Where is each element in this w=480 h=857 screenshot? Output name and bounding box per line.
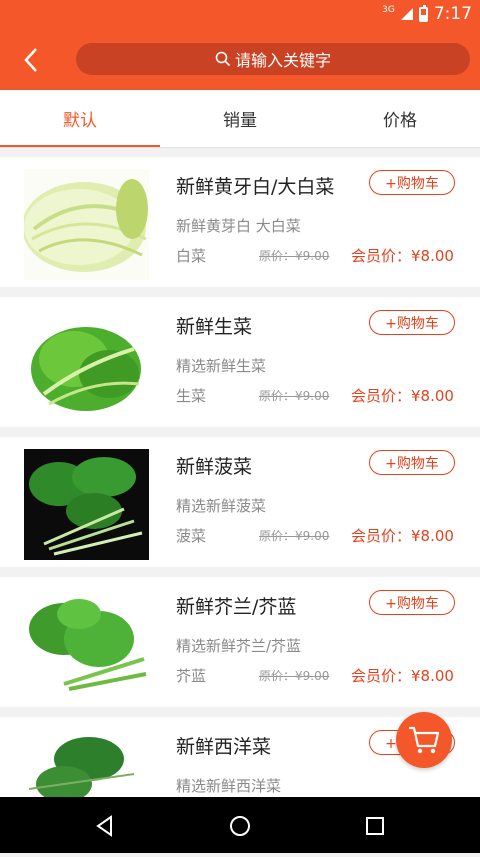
chevron-left-icon	[24, 48, 37, 72]
member-price: 会员价：¥8.00	[351, 247, 454, 265]
product-subtitle: 新鲜黄芽白 大白菜	[176, 217, 301, 235]
product-title: 新鲜菠菜	[176, 456, 253, 478]
original-price: 原价：¥9.00	[259, 389, 330, 403]
app-bar: 请输入关键字	[0, 28, 480, 90]
add-to-cart-button[interactable]: +购物车	[369, 590, 455, 615]
product-image-cabbage	[24, 169, 149, 280]
original-price: 原价：¥9.00	[259, 249, 330, 263]
system-nav-bar	[0, 797, 480, 853]
add-to-cart-button[interactable]: +购物车	[369, 170, 455, 195]
search-placeholder: 请输入关键字	[234, 51, 331, 70]
product-tag: 芥蓝	[176, 667, 207, 685]
product-title: 新鲜芥兰/芥蓝	[176, 596, 297, 618]
cart-fab-button[interactable]	[396, 712, 452, 768]
product-tag: 生菜	[176, 387, 207, 405]
search-input[interactable]: 请输入关键字	[76, 43, 470, 75]
status-bar: 3G 7:17	[0, 0, 480, 28]
signal-icon	[400, 8, 413, 20]
clock: 7:17	[433, 4, 472, 24]
shopping-cart-icon	[409, 726, 440, 754]
product-item[interactable]: 新鲜生菜 精选新鲜生菜 生菜 原价：¥9.00 会员价：¥8.00 +购物车	[0, 297, 480, 427]
product-item[interactable]: 新鲜黄牙白/大白菜 新鲜黄芽白 大白菜 白菜 原价：¥9.00 会员价：¥8.0…	[0, 157, 480, 287]
product-item[interactable]: 新鲜菠菜 精选新鲜菠菜 菠菜 原价：¥9.00 会员价：¥8.00 +购物车	[0, 437, 480, 567]
product-image-lettuce	[24, 309, 149, 420]
circle-home-icon	[230, 816, 250, 836]
product-title: 新鲜西洋菜	[176, 736, 272, 758]
product-subtitle: 精选新鲜芥兰/芥蓝	[176, 637, 302, 655]
product-subtitle: 精选新鲜西洋菜	[176, 777, 282, 795]
product-title: 新鲜黄牙白/大白菜	[176, 176, 335, 198]
product-image-gailan	[24, 589, 149, 700]
search-icon	[215, 51, 231, 67]
original-price: 原价：¥9.00	[259, 529, 330, 543]
triangle-back-icon	[96, 815, 112, 837]
member-price: 会员价：¥8.00	[351, 387, 454, 405]
tab-sales[interactable]: 销量	[160, 90, 320, 147]
product-tag: 白菜	[176, 247, 207, 265]
original-price: 原价：¥9.00	[259, 669, 330, 683]
nav-back-button[interactable]	[88, 809, 122, 843]
product-subtitle: 精选新鲜菠菜	[176, 497, 267, 515]
battery-icon	[418, 4, 428, 22]
tab-default[interactable]: 默认	[0, 90, 160, 147]
add-to-cart-button[interactable]: +购物车	[369, 450, 455, 475]
product-tag: 菠菜	[176, 527, 207, 545]
add-to-cart-button[interactable]: +购物车	[369, 310, 455, 335]
member-price: 会员价：¥8.00	[351, 527, 454, 545]
sort-tabs: 默认 销量 价格	[0, 90, 480, 148]
product-title: 新鲜生菜	[176, 316, 253, 338]
nav-home-button[interactable]	[223, 809, 257, 843]
nav-recents-button[interactable]	[358, 809, 392, 843]
product-subtitle: 精选新鲜生菜	[176, 357, 267, 375]
network-type: 3G	[382, 5, 395, 15]
tab-price[interactable]: 价格	[320, 90, 480, 147]
square-recents-icon	[366, 817, 384, 835]
product-item[interactable]: 新鲜芥兰/芥蓝 精选新鲜芥兰/芥蓝 芥蓝 原价：¥9.00 会员价：¥8.00 …	[0, 577, 480, 707]
member-price: 会员价：¥8.00	[351, 667, 454, 685]
back-button[interactable]	[14, 43, 48, 77]
product-image-spinach	[24, 449, 149, 560]
